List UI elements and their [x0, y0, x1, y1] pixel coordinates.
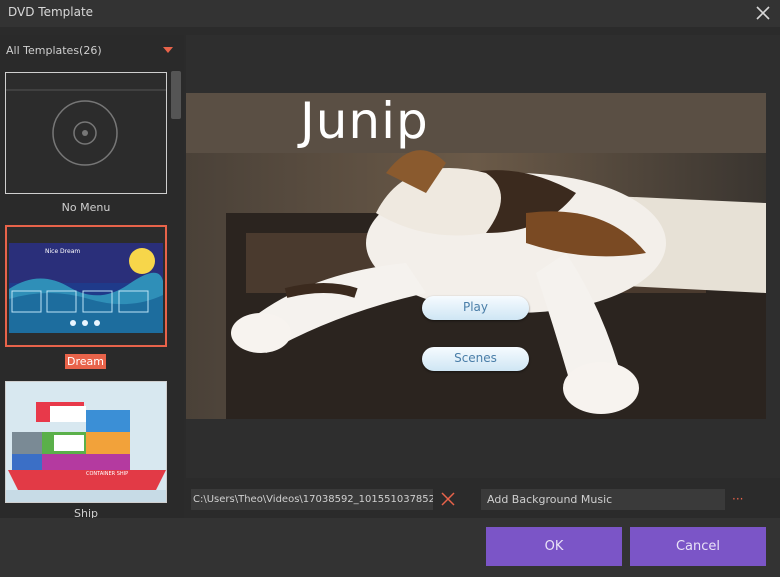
ok-button[interactable]: OK: [486, 527, 622, 566]
scrollbar-thumb[interactable]: [171, 71, 181, 119]
title-bar: [0, 0, 780, 27]
template-thumb-no-menu[interactable]: [5, 72, 167, 194]
cancel-button[interactable]: Cancel: [630, 527, 766, 566]
ship-thumb-text: CONTAINER SHIP: [86, 471, 129, 477]
more-options-icon[interactable]: ···: [732, 492, 743, 506]
chevron-down-icon[interactable]: [163, 47, 173, 53]
scenes-button[interactable]: Scenes: [422, 347, 529, 371]
template-thumb-dream[interactable]: Nice Dream: [5, 225, 167, 347]
template-label-ship: Ship: [74, 507, 98, 518]
window-title: DVD Template: [8, 5, 94, 19]
dream-thumb-title: Nice Dream: [45, 248, 81, 255]
play-button[interactable]: Play: [422, 296, 529, 320]
clear-path-icon[interactable]: [440, 491, 456, 507]
template-list: No Menu Nice Dream Dream CONTAINER SHIP …: [0, 66, 184, 518]
template-label-no-menu: No Menu: [61, 201, 111, 214]
template-filter-select[interactable]: All Templates(26): [6, 44, 102, 57]
template-scrollbar[interactable]: [170, 70, 182, 518]
template-label-dream: Dream: [65, 354, 106, 369]
close-icon[interactable]: [752, 2, 774, 24]
template-thumb-ship[interactable]: CONTAINER SHIP: [5, 381, 167, 503]
background-music-field[interactable]: Add Background Music: [481, 489, 725, 510]
menu-title[interactable]: Junip: [300, 92, 429, 150]
background-image-path[interactable]: C:\Users\Theo\Videos\17038592_1015510378…: [191, 489, 433, 510]
